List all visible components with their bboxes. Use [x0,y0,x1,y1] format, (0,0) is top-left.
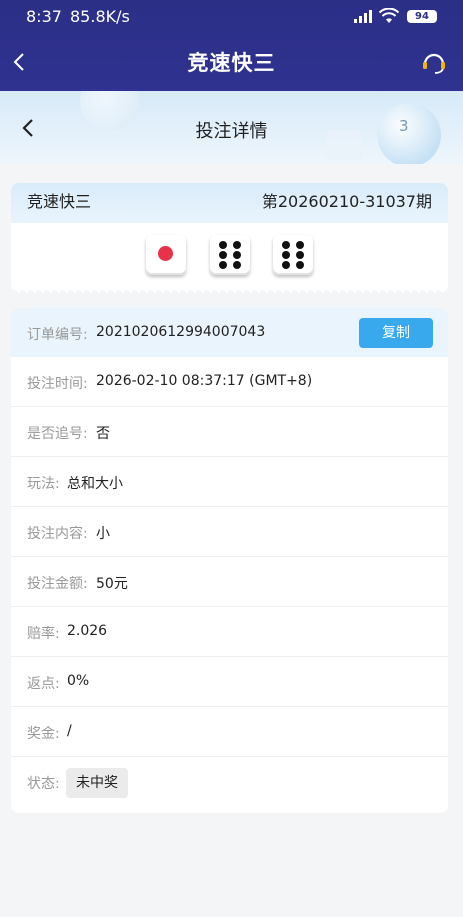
status-badge: 未中奖 [66,768,128,798]
chase-label: 是否追号: [27,426,88,442]
page-header: 3 投注详情 [0,91,463,164]
app-top-bar: 8:37 85.8K/s 94 竞速快三 [0,0,463,91]
bet-amount-value: 50元 [96,576,128,592]
bet-time-label: 投注时间: [27,376,88,392]
battery-icon: 94 [407,10,437,23]
draw-result-card: 竞速快三 第20260210-31037期 [11,183,448,293]
game-name: 竞速快三 [27,192,92,211]
status-row: 状态: 未中奖 [11,757,448,807]
odds-row: 赔率: 2.026 [11,607,448,657]
rebate-row: 返点: 0% [11,657,448,707]
bet-amount-row: 投注金额: 50元 [11,557,448,607]
rebate-label: 返点: [27,676,60,692]
bet-time-row: 投注时间: 2026-02-10 08:37:17 (GMT+8) [11,357,448,407]
status-bar: 8:37 85.8K/s 94 [0,0,463,34]
odds-value: 2.026 [67,623,108,639]
prize-value: / [67,723,72,739]
bet-content-value: 小 [96,526,110,542]
play-type-value: 总和大小 [67,476,123,492]
status-time: 8:37 [26,7,62,26]
bet-content-label: 投注内容: [27,526,88,542]
prize-label: 奖金: [27,726,60,742]
page-title: 投注详情 [195,121,268,142]
prize-row: 奖金: / [11,707,448,757]
die-6-icon [209,235,250,275]
ticket-edge-decoration [11,290,448,293]
chase-value: 否 [96,426,110,442]
rebate-value: 0% [67,673,90,689]
chase-row: 是否追号: 否 [11,407,448,457]
order-number-value: 2021020612994007043 [96,324,266,340]
bet-time-value: 2026-02-10 08:37:17 (GMT+8) [96,373,313,389]
bet-content-row: 投注内容: 小 [11,507,448,557]
draw-result-header: 竞速快三 第20260210-31037期 [11,183,448,223]
dice-row [11,235,448,277]
copy-button[interactable]: 复制 [359,318,433,348]
draw-period: 第20260210-31037期 [261,192,432,211]
bet-amount-label: 投注金额: [27,576,88,592]
die-1-icon [146,235,187,275]
order-number-row: 订单编号: 2021020612994007043 复制 [11,308,448,357]
play-type-label: 玩法: [27,476,60,492]
wifi-icon [379,8,399,23]
order-number-label: 订单编号: [27,327,88,343]
app-title: 竞速快三 [187,51,276,75]
status-network-speed: 85.8K/s [70,7,130,26]
odds-label: 赔率: [27,626,60,642]
status-label: 状态: [27,776,60,792]
play-type-row: 玩法: 总和大小 [11,457,448,507]
bet-detail-card: 订单编号: 2021020612994007043 复制 投注时间: 2026-… [11,308,448,813]
die-6-icon [272,235,313,275]
customer-service-icon[interactable] [421,49,447,75]
signal-icon [354,10,372,23]
